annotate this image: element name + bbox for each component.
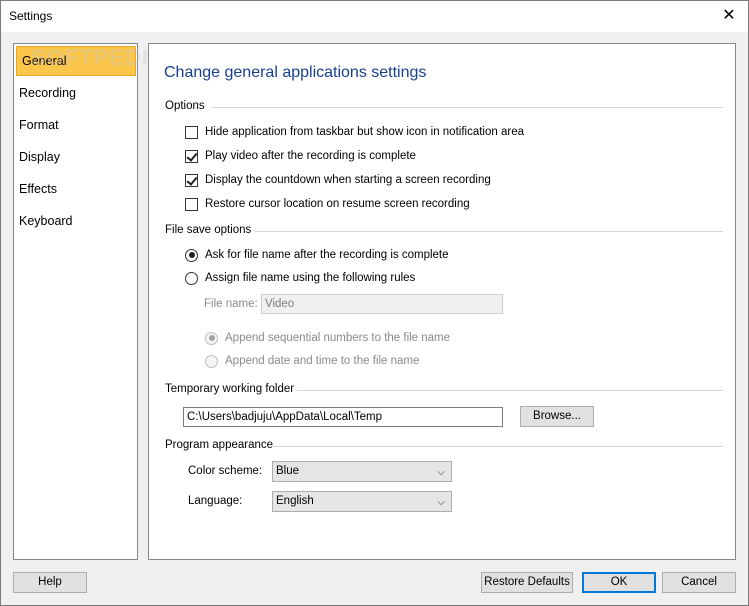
appearance-group-label: Program appearance — [165, 439, 274, 451]
radio-label: Append sequential numbers to the file na… — [225, 332, 451, 344]
sidebar-item-label: Display — [19, 150, 60, 164]
radio-button[interactable] — [185, 248, 198, 262]
file-name-field[interactable]: Video — [261, 294, 503, 314]
radio-button[interactable] — [185, 271, 198, 285]
color-scheme-value: Blue — [276, 465, 300, 477]
checkbox-label: Play video after the recording is comple… — [205, 150, 416, 162]
settings-panel: Change general applications settings Opt… — [148, 43, 736, 560]
sidebar-item-label: Effects — [19, 182, 57, 196]
close-icon[interactable]: ✕ — [716, 4, 742, 28]
sidebar-item-effects[interactable]: Effects — [14, 174, 137, 204]
options-group-label: Options — [165, 100, 205, 112]
countdown-checkbox[interactable]: Display the countdown when starting a sc… — [185, 172, 491, 188]
appearance-divider — [272, 446, 723, 447]
color-scheme-label: Color scheme: — [188, 465, 263, 477]
language-value: English — [276, 495, 314, 507]
cancel-button[interactable]: Cancel — [662, 572, 736, 593]
page-title: Change general applications settings — [164, 64, 427, 81]
checkbox-label: Hide application from taskbar but show i… — [205, 126, 524, 138]
window-title: Settings — [9, 9, 53, 23]
language-label: Language: — [188, 495, 243, 507]
sidebar-item-label: Recording — [19, 86, 76, 100]
sidebar-item-label: Format — [19, 118, 59, 132]
watermark: SOFTPEDIA — [31, 45, 166, 70]
checkbox-label: Restore cursor location on resume screen… — [205, 198, 470, 210]
radio-label: Append date and time to the file name — [225, 355, 420, 367]
temp-folder-path-field[interactable]: C:\Users\badjuju\AppData\Local\Temp — [183, 407, 503, 427]
color-scheme-select[interactable]: Blue ⌵ — [272, 461, 452, 482]
file-name-label: File name: — [204, 298, 258, 310]
radio-button[interactable] — [205, 354, 218, 368]
radio-label: Assign file name using the following rul… — [205, 272, 416, 284]
sidebar-item-format[interactable]: Format — [14, 110, 137, 140]
sidebar-item-label: Keyboard — [19, 214, 73, 228]
ok-button[interactable]: OK — [582, 572, 656, 593]
browse-button[interactable]: Browse... — [520, 406, 594, 427]
restore-defaults-button[interactable]: Restore Defaults — [481, 572, 573, 593]
hide-taskbar-checkbox[interactable]: Hide application from taskbar but show i… — [185, 124, 524, 140]
radio-label: Ask for file name after the recording is… — [205, 249, 449, 261]
temp-folder-divider — [297, 390, 723, 391]
ask-file-name-radio[interactable]: Ask for file name after the recording is… — [185, 247, 449, 263]
restore-cursor-checkbox[interactable]: Restore cursor location on resume screen… — [185, 196, 470, 212]
radio-button[interactable] — [205, 331, 218, 345]
chevron-down-icon: ⌵ — [437, 467, 445, 478]
language-select[interactable]: English ⌵ — [272, 491, 452, 512]
checkbox-box[interactable] — [185, 197, 198, 211]
checkbox-box[interactable] — [185, 149, 198, 163]
file-save-group-label: File save options — [165, 224, 252, 236]
help-button[interactable]: Help — [13, 572, 87, 593]
sidebar-item-keyboard[interactable]: Keyboard — [14, 206, 137, 236]
play-video-checkbox[interactable]: Play video after the recording is comple… — [185, 148, 416, 164]
sidebar: General Recording Format Display Effects… — [13, 43, 138, 560]
checkbox-box[interactable] — [185, 125, 198, 139]
temp-folder-group-label: Temporary working folder — [165, 383, 295, 395]
title-bar: Settings ✕ — [1, 1, 748, 32]
sidebar-item-display[interactable]: Display — [14, 142, 137, 172]
file-save-divider — [255, 231, 723, 232]
options-divider — [211, 107, 723, 108]
checkbox-label: Display the countdown when starting a sc… — [205, 174, 491, 186]
assign-file-name-radio[interactable]: Assign file name using the following rul… — [185, 270, 415, 286]
chevron-down-icon: ⌵ — [437, 497, 445, 508]
append-date-radio[interactable]: Append date and time to the file name — [205, 353, 419, 369]
checkbox-box[interactable] — [185, 173, 198, 187]
append-sequential-radio[interactable]: Append sequential numbers to the file na… — [205, 330, 450, 346]
settings-window: Settings ✕ General Recording Format Disp… — [0, 0, 749, 606]
sidebar-item-recording[interactable]: Recording — [14, 78, 137, 108]
